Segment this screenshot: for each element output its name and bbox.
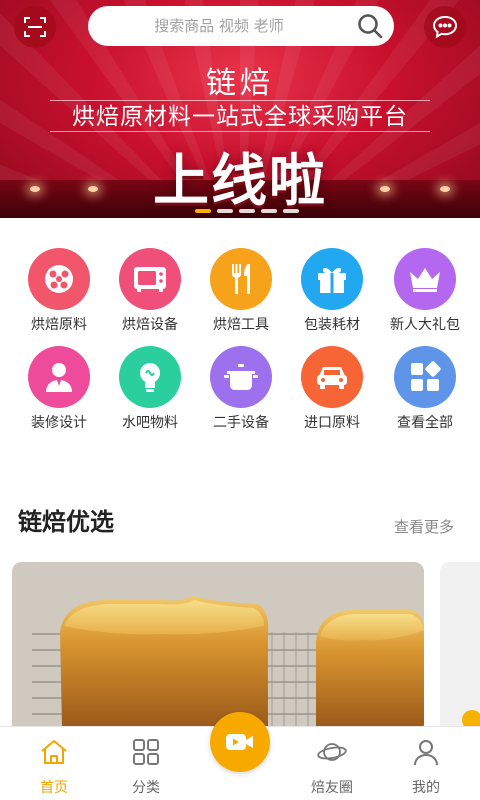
view-more-link[interactable]: 查看更多 — [394, 516, 454, 537]
search-bar[interactable]: 搜索商品 视频 老师 — [88, 6, 394, 46]
gift-box-icon — [301, 248, 363, 310]
message-button[interactable] — [424, 6, 466, 48]
oven-icon — [119, 248, 181, 310]
featured-product-card[interactable] — [12, 562, 424, 734]
lightbulb-icon — [119, 346, 181, 408]
category-label: 二手设备 — [213, 415, 269, 431]
person-icon — [28, 346, 90, 408]
category-label: 水吧物料 — [122, 415, 178, 431]
carousel-dot[interactable] — [283, 209, 299, 213]
category-label: 新人大礼包 — [390, 317, 460, 333]
crown-icon — [394, 248, 456, 310]
bread-loaf-image — [12, 562, 424, 734]
carousel-dot[interactable] — [195, 209, 211, 213]
tab-mine-label: 我的 — [412, 780, 440, 796]
section-title: 链焙优选 — [18, 508, 114, 536]
tab-community[interactable]: 焙友圈 — [284, 727, 380, 800]
carousel-dot[interactable] — [239, 209, 255, 213]
category-item[interactable]: 烘焙设备 — [102, 248, 198, 334]
category-label: 烘焙原料 — [31, 317, 87, 333]
category-label: 装修设计 — [31, 415, 87, 431]
category-item[interactable]: 二手设备 — [193, 346, 289, 432]
chat-bubble-icon — [432, 15, 458, 39]
banner-slogan: 烘焙原材料一站式全球采购平台 — [50, 100, 430, 132]
utensils-icon — [210, 248, 272, 310]
tab-home-label: 首页 — [40, 780, 68, 796]
category-label: 查看全部 — [397, 415, 453, 431]
category-label: 烘焙设备 — [122, 317, 178, 333]
carousel-dot[interactable] — [261, 209, 277, 213]
scan-button[interactable] — [14, 6, 56, 48]
home-icon — [41, 740, 67, 764]
user-icon — [414, 740, 438, 766]
next-product-card[interactable] — [440, 562, 480, 734]
tab-category[interactable]: 分类 — [98, 727, 194, 800]
tab-mine[interactable]: 我的 — [378, 727, 474, 800]
video-camera-icon — [226, 734, 253, 750]
tab-home[interactable]: 首页 — [6, 727, 102, 800]
banner-brand: 链焙 — [206, 66, 274, 101]
category-grid-icon — [133, 739, 159, 765]
banner-headline: 上线啦 — [153, 149, 327, 214]
category-item[interactable]: 新人大礼包 — [377, 248, 473, 334]
category-label: 进口原料 — [304, 415, 360, 431]
category-item[interactable]: 水吧物料 — [102, 346, 198, 432]
grid-icon — [394, 346, 456, 408]
category-item[interactable]: 进口原料 — [284, 346, 380, 432]
category-item[interactable]: 烘焙工具 — [193, 248, 289, 334]
scan-icon — [24, 17, 46, 37]
category-item[interactable]: 烘焙原料 — [11, 248, 107, 334]
category-item[interactable]: 包装耗材 — [284, 248, 380, 334]
category-label: 烘焙工具 — [213, 317, 269, 333]
flour-icon — [28, 248, 90, 310]
category-item[interactable]: 查看全部 — [377, 346, 473, 432]
category-item[interactable]: 装修设计 — [11, 346, 107, 432]
pot-icon — [210, 346, 272, 408]
planet-icon — [317, 743, 347, 761]
search-icon[interactable] — [356, 12, 384, 40]
carousel-indicator[interactable] — [195, 209, 299, 213]
car-icon — [301, 346, 363, 408]
video-button[interactable] — [210, 712, 270, 772]
tab-community-label: 焙友圈 — [311, 780, 353, 796]
search-placeholder[interactable]: 搜索商品 视频 老师 — [88, 6, 350, 46]
category-label: 包装耗材 — [304, 317, 360, 333]
tab-category-label: 分类 — [132, 780, 160, 796]
carousel-dot[interactable] — [217, 209, 233, 213]
